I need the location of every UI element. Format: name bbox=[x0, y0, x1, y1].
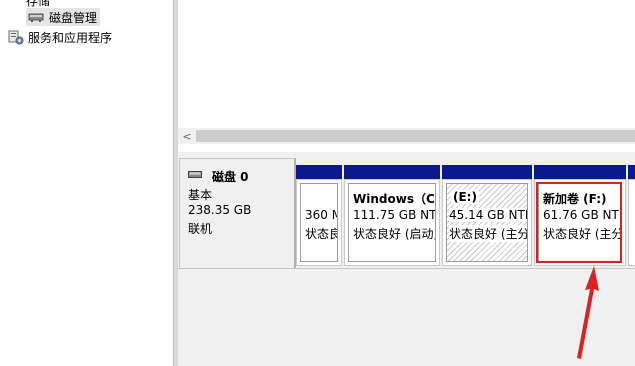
partition-status: 状态良好 (主分 bbox=[449, 225, 528, 242]
partition-status: 状态良好 (启动, bbox=[353, 227, 436, 241]
partition-system-reserved[interactable]: 360 M 状态良 bbox=[296, 179, 342, 266]
disk-name: 磁盘 0 bbox=[212, 170, 249, 184]
navigation-tree: 存储 磁盘管理 服务和应用程序 bbox=[0, 0, 173, 366]
disk-type: 基本 bbox=[188, 188, 213, 202]
volume-list-area bbox=[178, 0, 635, 128]
services-icon bbox=[8, 29, 24, 45]
partition-size: 360 M bbox=[305, 208, 337, 222]
tree-item-disk-management[interactable]: 磁盘管理 bbox=[26, 8, 101, 26]
highlight-box-annotation bbox=[536, 182, 622, 263]
partition-e[interactable]: (E:) 45.14 GB NTI 状态良好 (主分 bbox=[442, 179, 532, 266]
partition-title: Windows（C: bbox=[353, 192, 436, 206]
partition-header bbox=[534, 165, 626, 179]
disk-management-icon bbox=[28, 11, 44, 23]
tree-item-services[interactable]: 服务和应用程序 bbox=[8, 28, 112, 46]
partition-status: 状态良 bbox=[305, 227, 338, 241]
disk-icon bbox=[188, 168, 202, 182]
partition-partial[interactable] bbox=[628, 179, 635, 266]
disk-size: 238.35 GB bbox=[188, 203, 252, 217]
tree-item-services-label: 服务和应用程序 bbox=[28, 30, 113, 45]
partition-header bbox=[442, 165, 532, 179]
red-arrow-annotation bbox=[577, 266, 599, 359]
disk-0-label-panel[interactable]: 磁盘 0 基本 238.35 GB 联机 bbox=[179, 158, 296, 269]
partition-windows-c[interactable]: Windows（C: 111.75 GB NTI 状态良好 (启动, bbox=[344, 179, 440, 266]
partition-size: 45.14 GB NTI bbox=[449, 208, 528, 222]
partition-header bbox=[628, 165, 635, 179]
scrollbar-thumb[interactable] bbox=[196, 130, 635, 142]
disk-status: 联机 bbox=[188, 222, 213, 236]
tree-item-disk-management-label: 磁盘管理 bbox=[49, 10, 98, 25]
partition-title: (E:) bbox=[451, 190, 479, 204]
partition-header bbox=[296, 165, 342, 179]
partition-size: 111.75 GB NTI bbox=[353, 208, 436, 222]
partition-header bbox=[344, 165, 440, 179]
scroll-left-button[interactable]: < bbox=[180, 128, 194, 144]
